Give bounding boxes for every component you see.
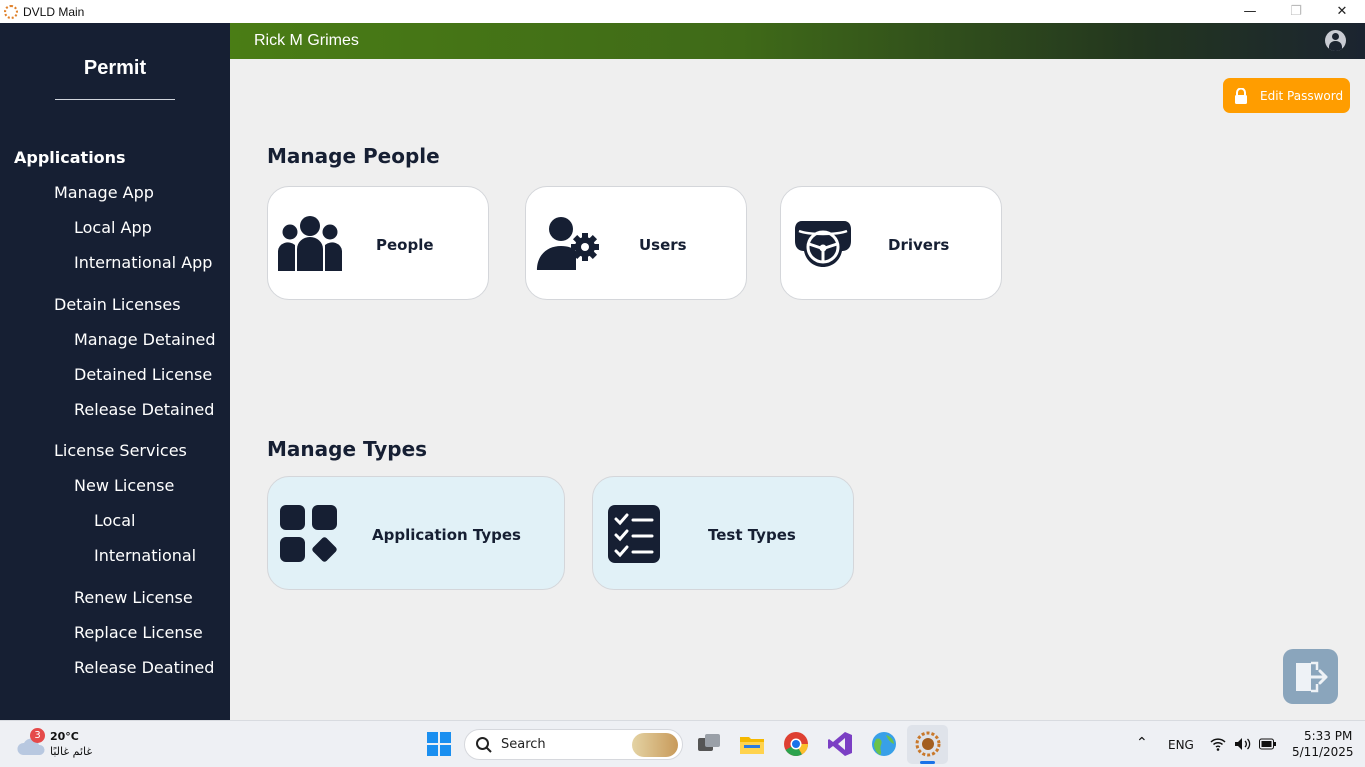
manage-types-title: Manage Types — [267, 437, 428, 461]
top-header: Rick M Grimes — [230, 23, 1365, 59]
sidebar-brand: Permit — [83, 57, 147, 79]
logout-button[interactable] — [1283, 649, 1338, 704]
window-title: DVLD Main — [23, 4, 85, 19]
window-titlebar: DVLD Main — ❐ ✕ — [0, 0, 1365, 23]
users-card[interactable]: Users — [525, 186, 747, 300]
chrome-icon[interactable] — [783, 731, 809, 757]
minimize-button[interactable]: — — [1227, 0, 1273, 23]
edit-password-button[interactable]: Edit Password — [1223, 78, 1350, 113]
drivers-card-label: Drivers — [888, 236, 950, 254]
sidebar-item-local-app[interactable]: Local App — [74, 218, 152, 237]
taskbar-search[interactable]: Search — [464, 729, 683, 760]
sidebar: Permit Applications Manage App Local App… — [0, 23, 230, 720]
checklist-icon — [608, 505, 660, 563]
people-card-label: People — [376, 236, 434, 254]
weather-condition: غائم غالبًا — [50, 745, 93, 758]
brand-divider — [55, 99, 175, 100]
sidebar-item-international-app[interactable]: International App — [74, 253, 212, 272]
weather-temp: 20°C — [50, 730, 79, 743]
sidebar-item-applications[interactable]: Applications — [14, 148, 126, 167]
language-indicator[interactable]: ENG — [1168, 738, 1194, 752]
test-types-card-label: Test Types — [708, 526, 796, 544]
dvld-app-icon — [915, 731, 941, 757]
people-group-icon — [278, 216, 342, 271]
user-avatar-icon[interactable] — [1325, 30, 1346, 51]
drivers-card[interactable]: Drivers — [780, 186, 1002, 300]
search-icon — [476, 737, 492, 753]
sidebar-item-release-deatined[interactable]: Release Deatined — [74, 658, 214, 677]
sidebar-item-manage-detained[interactable]: Manage Detained — [74, 330, 215, 349]
search-highlight-image — [632, 733, 678, 757]
sidebar-item-international[interactable]: International — [94, 546, 196, 565]
maximize-button[interactable]: ❐ — [1273, 0, 1319, 23]
app-icon — [4, 4, 18, 19]
users-card-label: Users — [639, 236, 687, 254]
logout-door-icon — [1295, 661, 1327, 692]
sidebar-item-new-license[interactable]: New License — [74, 476, 174, 495]
edit-password-label: Edit Password — [1260, 88, 1344, 103]
sidebar-item-detained-license[interactable]: Detained License — [74, 365, 212, 384]
volume-icon[interactable] — [1234, 737, 1252, 751]
sidebar-item-renew-license[interactable]: Renew License — [74, 588, 193, 607]
current-username: Rick M Grimes — [254, 32, 359, 49]
clock-time[interactable]: 5:33 PM — [1304, 729, 1352, 743]
app-grid-icon — [280, 505, 337, 562]
test-types-card[interactable]: Test Types — [592, 476, 854, 590]
visual-studio-icon[interactable] — [827, 731, 853, 757]
sidebar-item-license-services[interactable]: License Services — [54, 441, 187, 460]
file-explorer-icon[interactable] — [739, 731, 765, 757]
close-button[interactable]: ✕ — [1319, 0, 1365, 23]
search-label: Search — [501, 737, 546, 752]
window-controls: — ❐ ✕ — [1227, 0, 1365, 23]
battery-icon[interactable] — [1259, 738, 1277, 750]
application-types-card[interactable]: Application Types — [267, 476, 565, 590]
sidebar-item-detain-licenses[interactable]: Detain Licenses — [54, 295, 181, 314]
wifi-icon[interactable] — [1210, 737, 1226, 751]
windows-taskbar: 3 20°C غائم غالبًا Search ⌃ ENG 5:33 PM … — [0, 720, 1365, 767]
application-types-card-label: Application Types — [372, 526, 521, 544]
user-gear-icon — [536, 217, 599, 270]
sidebar-item-manage-app[interactable]: Manage App — [54, 183, 154, 202]
tray-overflow-chevron-icon[interactable]: ⌃ — [1136, 735, 1148, 751]
weather-badge: 3 — [30, 728, 45, 743]
dvld-taskbar-button[interactable] — [907, 725, 948, 764]
manage-people-title: Manage People — [267, 144, 440, 168]
lock-icon — [1235, 87, 1247, 104]
windows-start-icon[interactable] — [426, 731, 452, 757]
task-view-icon[interactable] — [696, 731, 722, 757]
clock-date[interactable]: 5/11/2025 — [1292, 745, 1354, 759]
sidebar-item-replace-license[interactable]: Replace License — [74, 623, 203, 642]
steering-wheel-icon — [795, 221, 851, 267]
sidebar-item-local[interactable]: Local — [94, 511, 135, 530]
sidebar-item-release-detained[interactable]: Release Detained — [74, 400, 214, 419]
maps-app-icon[interactable] — [871, 731, 897, 757]
people-card[interactable]: People — [267, 186, 489, 300]
